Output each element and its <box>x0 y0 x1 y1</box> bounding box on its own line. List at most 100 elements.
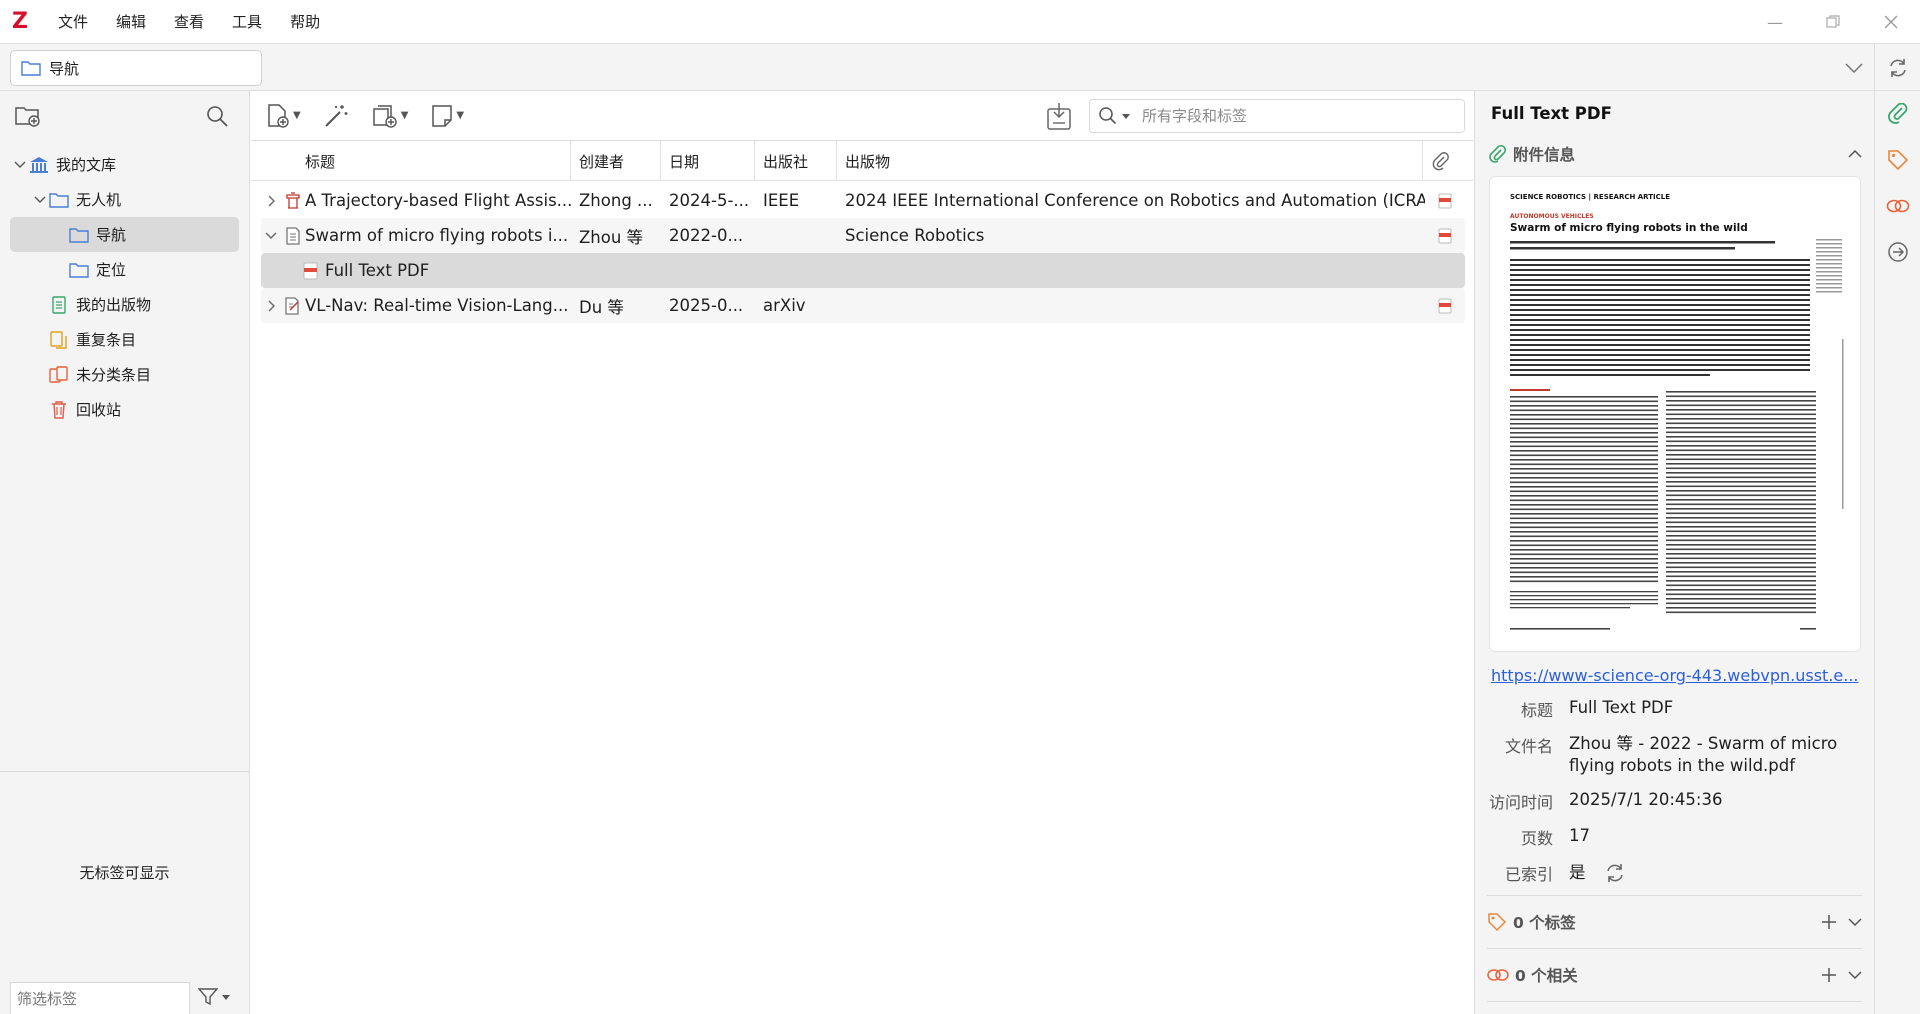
location-bar: 导航 <box>0 44 1920 91</box>
new-item-icon <box>265 103 291 129</box>
item-title: Full Text PDF <box>325 261 430 280</box>
column-title[interactable]: 标题 <box>251 141 571 181</box>
add-related-icon[interactable] <box>1822 968 1836 982</box>
items-pane: ▼ ▼ ▼ 所有字段和标签 标题 创建者 日期 出版社 出版物 A Trajec… <box>251 91 1473 1014</box>
tree-item-my-library[interactable]: 我的文库 <box>10 147 239 182</box>
related-section-header[interactable]: 0 个相关 <box>1475 957 1874 993</box>
conference-paper-icon <box>281 183 305 218</box>
preview-kicker: AUTONOMOUS VEHICLES <box>1510 213 1594 220</box>
pdf-icon[interactable] <box>1433 183 1457 218</box>
library-tab-label: 导航 <box>49 59 80 78</box>
chevron-up-icon[interactable] <box>1848 150 1862 158</box>
menu-file[interactable]: 文件 <box>58 11 88 32</box>
tag-filter-menu-button[interactable] <box>198 986 238 1008</box>
tags-section-header[interactable]: 0 个标签 <box>1475 904 1874 940</box>
column-date[interactable]: 日期 <box>661 141 755 181</box>
table-row[interactable]: A Trajectory-based Flight Assis... Zhong… <box>261 183 1465 218</box>
new-collection-icon[interactable] <box>14 104 42 128</box>
section-controls <box>1822 915 1862 929</box>
chevron-down-icon[interactable] <box>1848 918 1862 926</box>
folder-icon <box>21 60 41 76</box>
meta-key: 文件名 <box>1504 737 1553 756</box>
tag-icon <box>1487 912 1507 932</box>
table-row[interactable]: Swarm of micro flying robots i... Zhou 等… <box>261 218 1465 253</box>
attachment-info-header[interactable]: 附件信息 <box>1475 136 1874 172</box>
pdf-preview[interactable]: SCIENCE ROBOTICS | RESEARCH ARTICLE AUTO… <box>1489 176 1861 652</box>
folder-icon <box>68 261 90 279</box>
new-item-button[interactable]: ▼ <box>265 101 301 131</box>
tree-item-duplicates[interactable]: 重复条目 <box>10 322 239 357</box>
tree-item-label: 无人机 <box>76 191 122 209</box>
column-creator[interactable]: 创建者 <box>571 141 661 181</box>
attachment-metadata: 标题 Full Text PDF 文件名 Zhou 等 - 2022 - Swa… <box>1475 695 1874 887</box>
chevron-down-icon[interactable] <box>1848 971 1862 979</box>
add-attachment-icon <box>371 103 399 129</box>
related-icon <box>1487 967 1509 983</box>
meta-value-indexed: 是 <box>1569 863 1586 882</box>
tag-selector: 无标签可显示 <box>0 771 249 1014</box>
search-input[interactable] <box>1142 107 1442 125</box>
zotero-logo-icon: Z <box>12 9 28 34</box>
item-publication <box>845 288 1425 323</box>
search-box[interactable] <box>1089 99 1465 133</box>
meta-key: 页数 <box>1520 829 1553 848</box>
column-publication[interactable]: 出版物 <box>837 141 1423 181</box>
column-publisher[interactable]: 出版社 <box>755 141 837 181</box>
pdf-icon[interactable] <box>1433 288 1457 323</box>
chevron-down-icon: ▼ <box>400 110 409 121</box>
search-icon <box>1098 106 1120 126</box>
tree-item-unfiled[interactable]: 未分类条目 <box>10 357 239 392</box>
item-creator: Zhou 等 <box>579 227 644 247</box>
chevron-down-icon[interactable] <box>1122 113 1130 119</box>
menu-help[interactable]: 帮助 <box>290 11 320 32</box>
restore-icon[interactable] <box>1804 0 1862 44</box>
chevron-down-icon: ▼ <box>456 110 465 121</box>
attachment-url-link[interactable]: https://www-science-org-443.webvpn.usst.… <box>1491 666 1861 685</box>
new-note-button[interactable]: ▼ <box>430 101 464 131</box>
add-attachment-button[interactable]: ▼ <box>371 101 409 131</box>
tabs-dropdown-icon[interactable] <box>1834 62 1874 73</box>
locate-nav-icon[interactable] <box>1875 229 1920 275</box>
add-tag-icon[interactable] <box>1822 915 1836 929</box>
meta-value-title[interactable]: Full Text PDF <box>1569 697 1859 721</box>
search-collections-icon[interactable] <box>205 104 229 128</box>
divider <box>1487 1001 1862 1002</box>
locate-button[interactable] <box>1045 101 1073 131</box>
related-nav-icon[interactable] <box>1875 183 1920 229</box>
chevron-down-icon[interactable] <box>32 196 48 204</box>
add-by-identifier-button[interactable] <box>323 101 349 131</box>
meta-row-title: 标题 Full Text PDF <box>1475 695 1874 723</box>
meta-key: 访问时间 <box>1488 793 1553 812</box>
chevron-right-icon[interactable] <box>263 183 279 218</box>
meta-value-filename[interactable]: Zhou 等 - 2022 - Swarm of micro flying ro… <box>1569 733 1859 777</box>
reindex-icon[interactable] <box>1604 862 1626 884</box>
table-row-attachment[interactable]: Full Text PDF <box>261 253 1465 288</box>
menu-view[interactable]: 查看 <box>174 11 204 32</box>
library-icon <box>28 156 50 174</box>
divider <box>1487 895 1862 896</box>
column-attachments[interactable] <box>1423 141 1463 181</box>
sync-icon[interactable] <box>1874 44 1920 91</box>
menu-edit[interactable]: 编辑 <box>116 11 146 32</box>
column-header: 标题 创建者 日期 出版社 出版物 <box>251 141 1473 181</box>
tree-item-localization[interactable]: 定位 <box>10 252 239 287</box>
tag-filter-input[interactable] <box>10 982 190 1014</box>
tree-item-my-publications[interactable]: 我的出版物 <box>10 287 239 322</box>
chevron-right-icon[interactable] <box>263 288 279 323</box>
chevron-down-icon[interactable] <box>263 218 279 253</box>
tree-item-drones[interactable]: 无人机 <box>10 182 239 217</box>
table-row[interactable]: VL-Nav: Real-time Vision-Lang... Du 等 20… <box>261 288 1465 323</box>
tree-item-navigation[interactable]: 导航 <box>10 217 239 252</box>
item-title: Swarm of micro flying robots i... <box>305 226 569 245</box>
tag-nav-icon[interactable] <box>1875 137 1920 183</box>
section-controls <box>1822 968 1862 982</box>
close-icon[interactable] <box>1862 0 1920 44</box>
library-tab[interactable]: 导航 <box>10 50 262 86</box>
attachment-nav-icon[interactable] <box>1875 91 1920 137</box>
chevron-down-icon[interactable] <box>12 161 28 169</box>
pdf-icon[interactable] <box>1433 218 1457 253</box>
tree-item-trash[interactable]: 回收站 <box>10 392 239 427</box>
preview-article-title: Swarm of micro flying robots in the wild <box>1510 222 1748 234</box>
menu-tools[interactable]: 工具 <box>232 11 262 32</box>
minimize-icon[interactable]: — <box>1746 0 1804 44</box>
